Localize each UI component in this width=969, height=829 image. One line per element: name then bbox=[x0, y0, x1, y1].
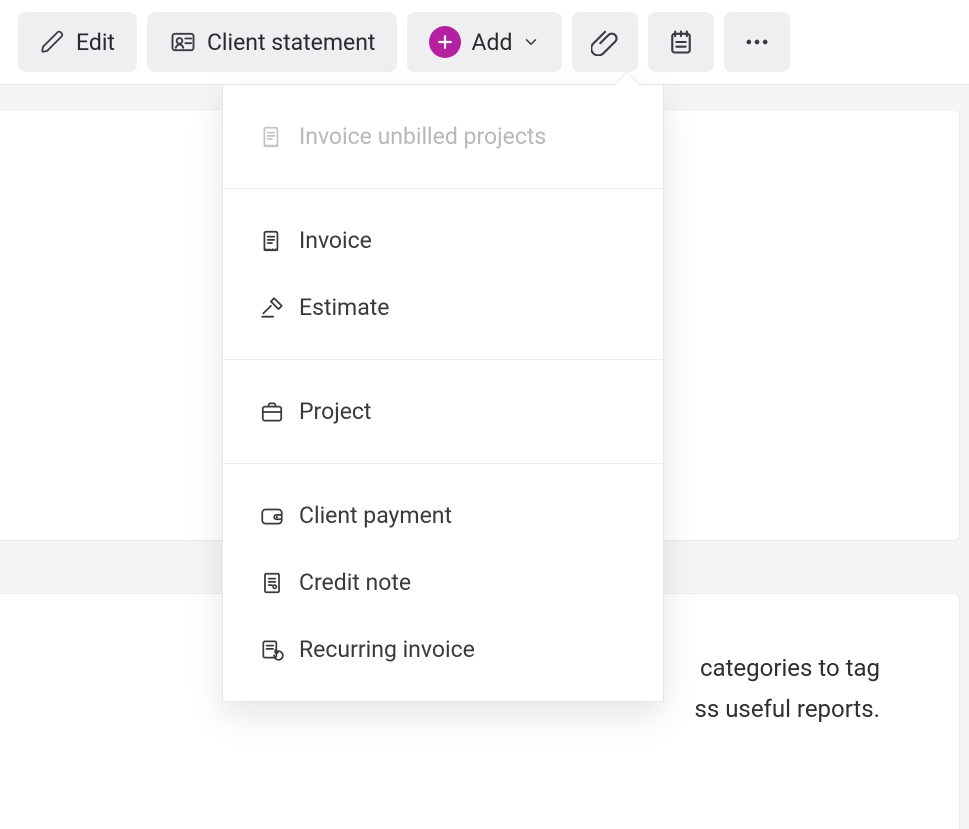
menu-item-label: Estimate bbox=[299, 294, 389, 321]
dropdown-group: Project bbox=[223, 360, 663, 464]
toolbar: Edit Client statement Add bbox=[0, 0, 969, 85]
add-menu-estimate[interactable]: Estimate bbox=[223, 274, 663, 341]
notes-button[interactable] bbox=[648, 12, 714, 72]
receipt-icon bbox=[259, 570, 285, 596]
dropdown-group: Client payment Credit note Recurring invoi… bbox=[223, 464, 663, 701]
hint-line-2: ss useful reports. bbox=[694, 695, 880, 723]
recurring-icon bbox=[259, 637, 285, 663]
menu-item-label: Project bbox=[299, 398, 371, 425]
chevron-down-icon bbox=[522, 33, 540, 51]
client-statement-button[interactable]: Client statement bbox=[147, 12, 398, 72]
add-menu-project[interactable]: Project bbox=[223, 378, 663, 445]
menu-item-label: Credit note bbox=[299, 569, 411, 596]
menu-item-label: Invoice unbilled projects bbox=[299, 123, 546, 150]
menu-item-label: Invoice bbox=[299, 227, 372, 254]
add-button[interactable]: Add bbox=[407, 12, 562, 72]
more-icon bbox=[743, 28, 771, 56]
dropdown-group: Invoice Estimate bbox=[223, 189, 663, 360]
add-menu-recurring-invoice[interactable]: Recurring invoice bbox=[223, 616, 663, 683]
client-statement-icon bbox=[169, 28, 197, 56]
hint-line-1: categories to tag bbox=[700, 654, 880, 682]
wallet-icon bbox=[259, 503, 285, 529]
invoice-icon bbox=[259, 124, 285, 150]
more-button[interactable] bbox=[724, 12, 790, 72]
add-dropdown: Invoice unbilled projects Invoice Estimate… bbox=[222, 85, 664, 702]
add-menu-invoice-unbilled: Invoice unbilled projects bbox=[223, 103, 663, 170]
menu-item-label: Recurring invoice bbox=[299, 636, 475, 663]
add-menu-invoice[interactable]: Invoice bbox=[223, 207, 663, 274]
plus-icon bbox=[429, 26, 461, 58]
client-statement-label: Client statement bbox=[207, 29, 376, 56]
add-menu-credit-note[interactable]: Credit note bbox=[223, 549, 663, 616]
invoice-icon bbox=[259, 228, 285, 254]
edit-button-label: Edit bbox=[76, 29, 115, 56]
briefcase-icon bbox=[259, 399, 285, 425]
menu-item-label: Client payment bbox=[299, 502, 452, 529]
pencil-icon bbox=[40, 29, 66, 55]
edit-button[interactable]: Edit bbox=[18, 12, 137, 72]
dropdown-group: Invoice unbilled projects bbox=[223, 85, 663, 189]
add-menu-client-payment[interactable]: Client payment bbox=[223, 482, 663, 549]
paperclip-icon bbox=[591, 28, 619, 56]
attach-button[interactable] bbox=[572, 12, 638, 72]
notepad-icon bbox=[667, 28, 695, 56]
gavel-icon bbox=[259, 295, 285, 321]
add-button-label: Add bbox=[471, 29, 512, 56]
